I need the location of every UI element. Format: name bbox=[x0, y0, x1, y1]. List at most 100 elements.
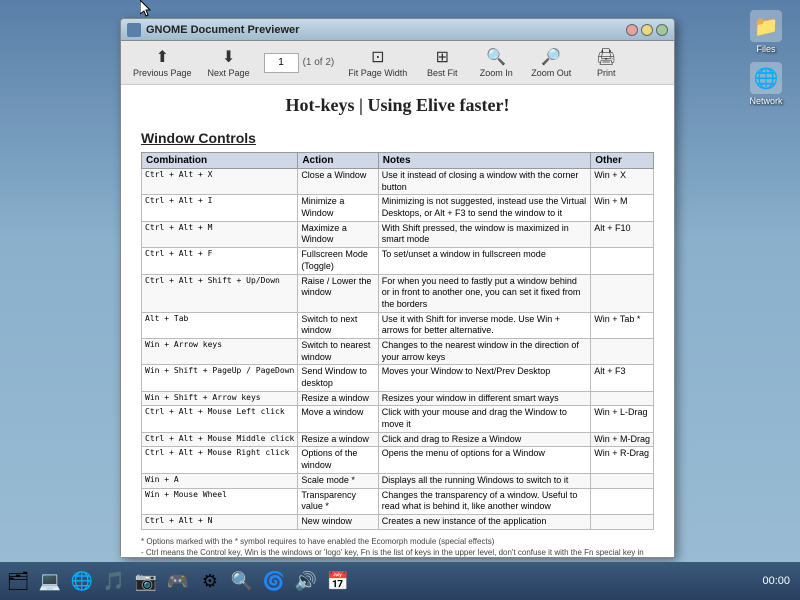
table-cell: Resize a window bbox=[298, 432, 378, 447]
table-cell: Ctrl + Alt + X bbox=[142, 169, 298, 195]
table-cell: Click and drag to Resize a Window bbox=[378, 432, 590, 447]
table-cell: Transparency value * bbox=[298, 488, 378, 514]
col-combination: Combination bbox=[142, 153, 298, 169]
taskbar-icon-3[interactable]: 🎵 bbox=[100, 567, 128, 595]
taskbar-icon-2[interactable]: 🌐 bbox=[68, 567, 96, 595]
table-row: Win + Shift + Arrow keysResize a windowR… bbox=[142, 391, 654, 406]
table-row: Ctrl + Alt + Mouse Middle clickResize a … bbox=[142, 432, 654, 447]
window-app-icon bbox=[127, 23, 141, 37]
table-cell: Moves your Window to Next/Prev Desktop bbox=[378, 365, 590, 391]
taskbar-icon-1[interactable]: 💻 bbox=[36, 567, 64, 595]
table-cell bbox=[591, 488, 654, 514]
print-label: Print bbox=[597, 68, 616, 78]
table-cell: Ctrl + Alt + Mouse Right click bbox=[142, 447, 298, 473]
table-cell: With Shift pressed, the window is maximi… bbox=[378, 221, 590, 247]
table-row: Ctrl + Alt + Mouse Left clickMove a wind… bbox=[142, 406, 654, 432]
zoom-out-icon: 🔎 bbox=[541, 47, 561, 67]
desktop-icon-1[interactable]: 🌐 Network bbox=[742, 62, 790, 106]
table-cell bbox=[591, 274, 654, 312]
fit-page-button[interactable]: ⊡ Fit Page Width bbox=[342, 45, 413, 80]
table-row: Ctrl + Alt + MMaximize a WindowWith Shif… bbox=[142, 221, 654, 247]
table-cell: New window bbox=[298, 514, 378, 529]
desktop-icon-label-0: Files bbox=[756, 44, 775, 54]
taskbar-icon-8[interactable]: 🌀 bbox=[260, 567, 288, 595]
table-cell: Win + Shift + Arrow keys bbox=[142, 391, 298, 406]
fit-page-label: Fit Page Width bbox=[348, 68, 407, 78]
page-number-input[interactable] bbox=[264, 53, 299, 73]
taskbar-icon-7[interactable]: 🔍 bbox=[228, 567, 256, 595]
next-page-button[interactable]: ⬇ Next Page bbox=[202, 45, 256, 80]
table-cell: Switch to next window bbox=[298, 312, 378, 338]
table-row: Ctrl + Alt + Mouse Right clickOptions of… bbox=[142, 447, 654, 473]
desktop-icons: 📁 Files 🌐 Network bbox=[742, 10, 790, 106]
next-page-label: Next Page bbox=[208, 68, 250, 78]
taskbar-icon-4[interactable]: 📷 bbox=[132, 567, 160, 595]
print-icon: 🖨 bbox=[596, 47, 616, 67]
table-cell: Win + Shift + PageUp / PageDown bbox=[142, 365, 298, 391]
table-cell: Changes to the nearest window in the dir… bbox=[378, 338, 590, 364]
table-cell: Scale mode * bbox=[298, 473, 378, 488]
table-cell: Win + Arrow keys bbox=[142, 338, 298, 364]
table-cell: Minimizing is not suggested, instead use… bbox=[378, 195, 590, 221]
table-cell: Maximize a Window bbox=[298, 221, 378, 247]
table-cell: Move a window bbox=[298, 406, 378, 432]
print-button[interactable]: 🖨 Print bbox=[581, 45, 631, 80]
table-cell: To set/unset a window in fullscreen mode bbox=[378, 248, 590, 274]
table-row: Ctrl + Alt + XClose a WindowUse it inste… bbox=[142, 169, 654, 195]
table-cell: Ctrl + Alt + I bbox=[142, 195, 298, 221]
footnote-2: - Ctrl means the Control key, Win is the… bbox=[141, 547, 654, 557]
table-cell: Raise / Lower the window bbox=[298, 274, 378, 312]
col-action: Action bbox=[298, 153, 378, 169]
best-fit-button[interactable]: ⊞ Best Fit bbox=[417, 45, 467, 80]
taskbar-icon-0[interactable]: 🗂 bbox=[4, 567, 32, 595]
desktop-icon-0[interactable]: 📁 Files bbox=[742, 10, 790, 54]
taskbar-clock: 00:00 bbox=[756, 573, 796, 589]
table-row: Alt + TabSwitch to next windowUse it wit… bbox=[142, 312, 654, 338]
table-row: Win + AScale mode *Displays all the runn… bbox=[142, 473, 654, 488]
table-cell: Ctrl + Alt + N bbox=[142, 514, 298, 529]
col-notes: Notes bbox=[378, 153, 590, 169]
table-cell: Minimize a Window bbox=[298, 195, 378, 221]
table-cell: Win + Mouse Wheel bbox=[142, 488, 298, 514]
prev-page-icon: ⬆ bbox=[156, 47, 169, 67]
maximize-button[interactable] bbox=[656, 24, 668, 36]
taskbar-icons: 🗂 💻 🌐 🎵 📷 🎮 ⚙ 🔍 🌀 🔊 📅 bbox=[4, 567, 756, 595]
taskbar-icon-9[interactable]: 🔊 bbox=[292, 567, 320, 595]
window-control-buttons bbox=[626, 24, 668, 36]
table-cell: Ctrl + Alt + F bbox=[142, 248, 298, 274]
table-cell: Send Window to desktop bbox=[298, 365, 378, 391]
table-cell: Switch to nearest window bbox=[298, 338, 378, 364]
minimize-button[interactable] bbox=[641, 24, 653, 36]
table-cell: Displays all the running Windows to swit… bbox=[378, 473, 590, 488]
window-title: GNOME Document Previewer bbox=[146, 24, 626, 36]
table-row: Ctrl + Alt + NNew windowCreates a new in… bbox=[142, 514, 654, 529]
table-cell: Ctrl + Alt + Mouse Left click bbox=[142, 406, 298, 432]
table-cell: Close a Window bbox=[298, 169, 378, 195]
close-button[interactable] bbox=[626, 24, 638, 36]
document-content[interactable]: Hot-keys | Using Elive faster! Window Co… bbox=[121, 85, 674, 557]
taskbar-icon-5[interactable]: 🎮 bbox=[164, 567, 192, 595]
table-cell: Ctrl + Alt + M bbox=[142, 221, 298, 247]
table-cell: Fullscreen Mode (Toggle) bbox=[298, 248, 378, 274]
table-cell: Use it instead of closing a window with … bbox=[378, 169, 590, 195]
table-row: Ctrl + Alt + IMinimize a WindowMinimizin… bbox=[142, 195, 654, 221]
window-controls-table: Combination Action Notes Other Ctrl + Al… bbox=[141, 152, 654, 530]
taskbar-icon-6[interactable]: ⚙ bbox=[196, 567, 224, 595]
taskbar-icon-10[interactable]: 📅 bbox=[324, 567, 352, 595]
prev-page-button[interactable]: ⬆ Previous Page bbox=[127, 45, 198, 80]
zoom-in-button[interactable]: 🔍 Zoom In bbox=[471, 45, 521, 80]
table-cell: Win + A bbox=[142, 473, 298, 488]
section1-title: Window Controls bbox=[141, 130, 654, 146]
zoom-in-label: Zoom In bbox=[480, 68, 513, 78]
footnote-1: * Options marked with the * symbol requi… bbox=[141, 536, 654, 547]
prev-page-label: Previous Page bbox=[133, 68, 192, 78]
zoom-out-button[interactable]: 🔎 Zoom Out bbox=[525, 45, 577, 80]
zoom-out-label: Zoom Out bbox=[531, 68, 571, 78]
table-cell: Creates a new instance of the applicatio… bbox=[378, 514, 590, 529]
table-cell: Alt + Tab bbox=[142, 312, 298, 338]
best-fit-label: Best Fit bbox=[427, 68, 458, 78]
toolbar: ⬆ Previous Page ⬇ Next Page (1 of 2) ⊡ F… bbox=[121, 41, 674, 85]
table-cell: For when you need to fastly put a window… bbox=[378, 274, 590, 312]
cursor bbox=[140, 0, 152, 18]
table-row: Win + Mouse WheelTransparency value *Cha… bbox=[142, 488, 654, 514]
